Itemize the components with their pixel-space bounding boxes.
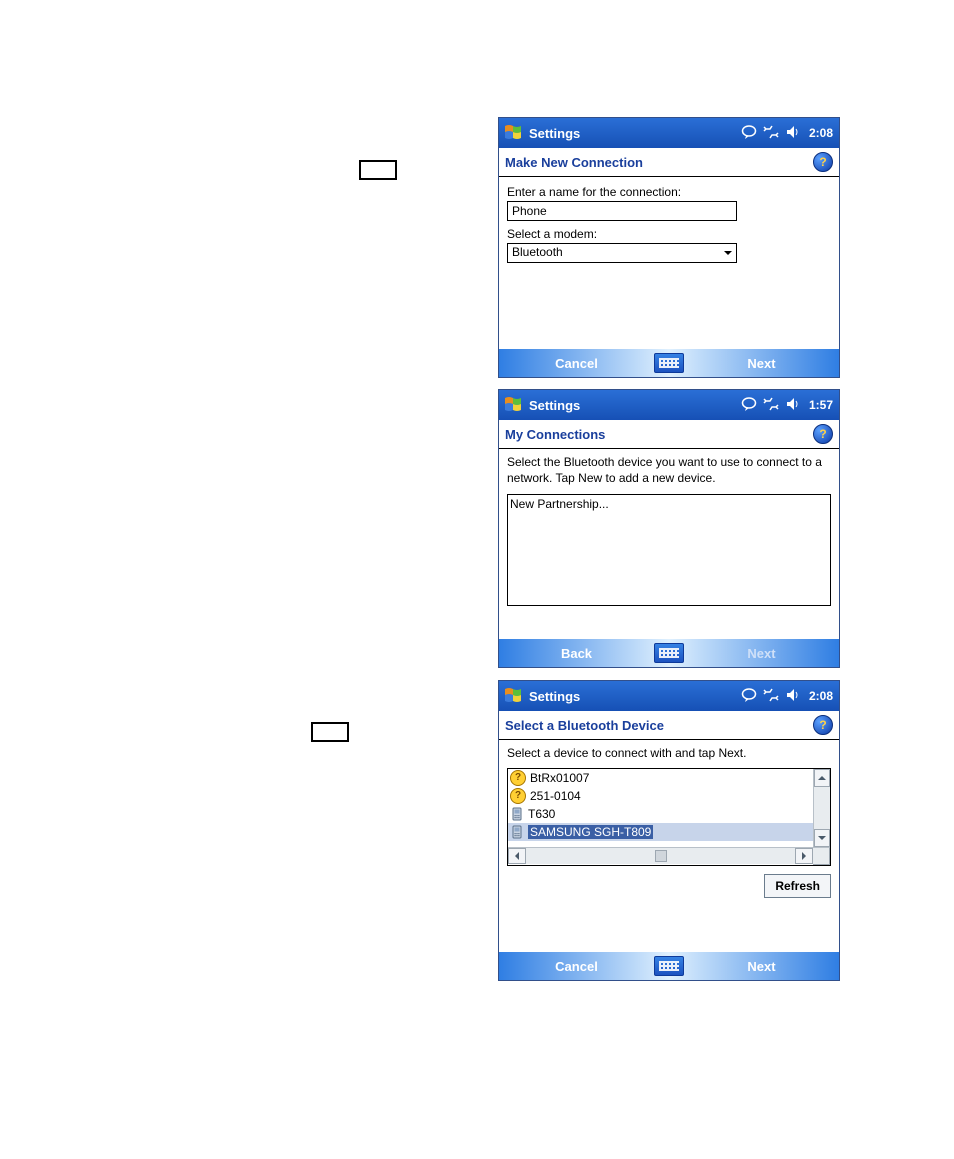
soft-right-button[interactable]: Next [684,646,839,661]
unknown-device-icon: ? [510,770,526,786]
content-area: Select the Bluetooth device you want to … [499,449,839,639]
modem-label: Select a modem: [507,227,831,241]
scroll-track[interactable] [814,787,830,829]
horizontal-scrollbar[interactable] [508,847,813,864]
device-listbox[interactable]: ? BtRx01007 ? 251-0104 T630 [507,768,831,866]
soft-left-button[interactable]: Cancel [499,356,654,371]
scroll-right-button[interactable] [795,848,813,864]
device-name: BtRx01007 [530,771,589,785]
list-item-new-partnership[interactable]: New Partnership... [510,497,828,511]
keyboard-icon[interactable] [654,643,684,663]
device-name: SAMSUNG SGH-T809 [528,825,653,839]
modem-select[interactable]: Bluetooth [507,243,737,263]
connectivity-icon[interactable] [763,124,779,143]
start-flag-icon[interactable] [503,123,523,143]
unknown-device-icon: ? [510,788,526,804]
connectivity-icon[interactable] [763,396,779,415]
phone-device-icon [510,825,524,839]
app-title: Settings [529,398,580,413]
scroll-left-button[interactable] [508,848,526,864]
clock[interactable]: 2:08 [809,126,833,140]
help-icon[interactable]: ? [813,152,833,172]
connection-name-input[interactable] [507,201,737,221]
scroll-track[interactable] [526,848,795,864]
volume-icon[interactable] [785,396,801,415]
screen-make-new-connection: Settings 2:08 Make New Connection ? Ente… [498,117,840,378]
instruction-text: Select a device to connect with and tap … [507,746,831,762]
soft-left-button[interactable]: Back [499,646,654,661]
screen-my-connections: Settings 1:57 My Connections ? Select th… [498,389,840,668]
scroll-corner [813,847,830,865]
subtitle-bar: Make New Connection ? [499,148,839,177]
chat-icon[interactable] [741,396,757,415]
title-bar: Settings 1:57 [499,390,839,420]
chat-icon[interactable] [741,124,757,143]
modem-selected-value: Bluetooth [512,245,563,259]
start-flag-icon[interactable] [503,395,523,415]
soft-left-button[interactable]: Cancel [499,959,654,974]
callout-box-bottom [311,722,349,742]
clock[interactable]: 2:08 [809,689,833,703]
help-icon[interactable]: ? [813,715,833,735]
title-bar: Settings 2:08 [499,118,839,148]
device-name: T630 [528,807,555,821]
chat-icon[interactable] [741,687,757,706]
vertical-scrollbar[interactable] [813,769,830,847]
screen-select-bluetooth-device: Settings 2:08 Select a Bluetooth Device … [498,680,840,981]
callout-box-top [359,160,397,180]
subtitle-text: Select a Bluetooth Device [505,718,664,733]
content-area: Select a device to connect with and tap … [499,740,839,952]
scroll-up-button[interactable] [814,769,830,787]
softkey-bar: Cancel Next [499,349,839,377]
content-area: Enter a name for the connection: Select … [499,177,839,349]
list-item[interactable]: SAMSUNG SGH-T809 [508,823,813,841]
subtitle-bar: Select a Bluetooth Device ? [499,711,839,740]
softkey-bar: Cancel Next [499,952,839,980]
start-flag-icon[interactable] [503,686,523,706]
app-title: Settings [529,126,580,141]
soft-right-button[interactable]: Next [684,356,839,371]
scroll-down-button[interactable] [814,829,830,847]
clock[interactable]: 1:57 [809,398,833,412]
subtitle-text: My Connections [505,427,605,442]
chevron-down-icon [720,244,736,262]
keyboard-icon[interactable] [654,353,684,373]
phone-device-icon [510,807,524,821]
softkey-bar: Back Next [499,639,839,667]
name-label: Enter a name for the connection: [507,185,831,199]
connectivity-icon[interactable] [763,687,779,706]
list-item[interactable]: ? 251-0104 [508,787,813,805]
device-name: 251-0104 [530,789,581,803]
volume-icon[interactable] [785,687,801,706]
device-listbox[interactable]: New Partnership... [507,494,831,606]
keyboard-icon[interactable] [654,956,684,976]
subtitle-text: Make New Connection [505,155,643,170]
volume-icon[interactable] [785,124,801,143]
app-title: Settings [529,689,580,704]
title-bar: Settings 2:08 [499,681,839,711]
list-item[interactable]: T630 [508,805,813,823]
subtitle-bar: My Connections ? [499,420,839,449]
help-icon[interactable]: ? [813,424,833,444]
scroll-thumb[interactable] [655,850,667,862]
list-item[interactable]: ? BtRx01007 [508,769,813,787]
soft-right-button[interactable]: Next [684,959,839,974]
refresh-button[interactable]: Refresh [764,874,831,898]
instruction-text: Select the Bluetooth device you want to … [507,455,831,486]
